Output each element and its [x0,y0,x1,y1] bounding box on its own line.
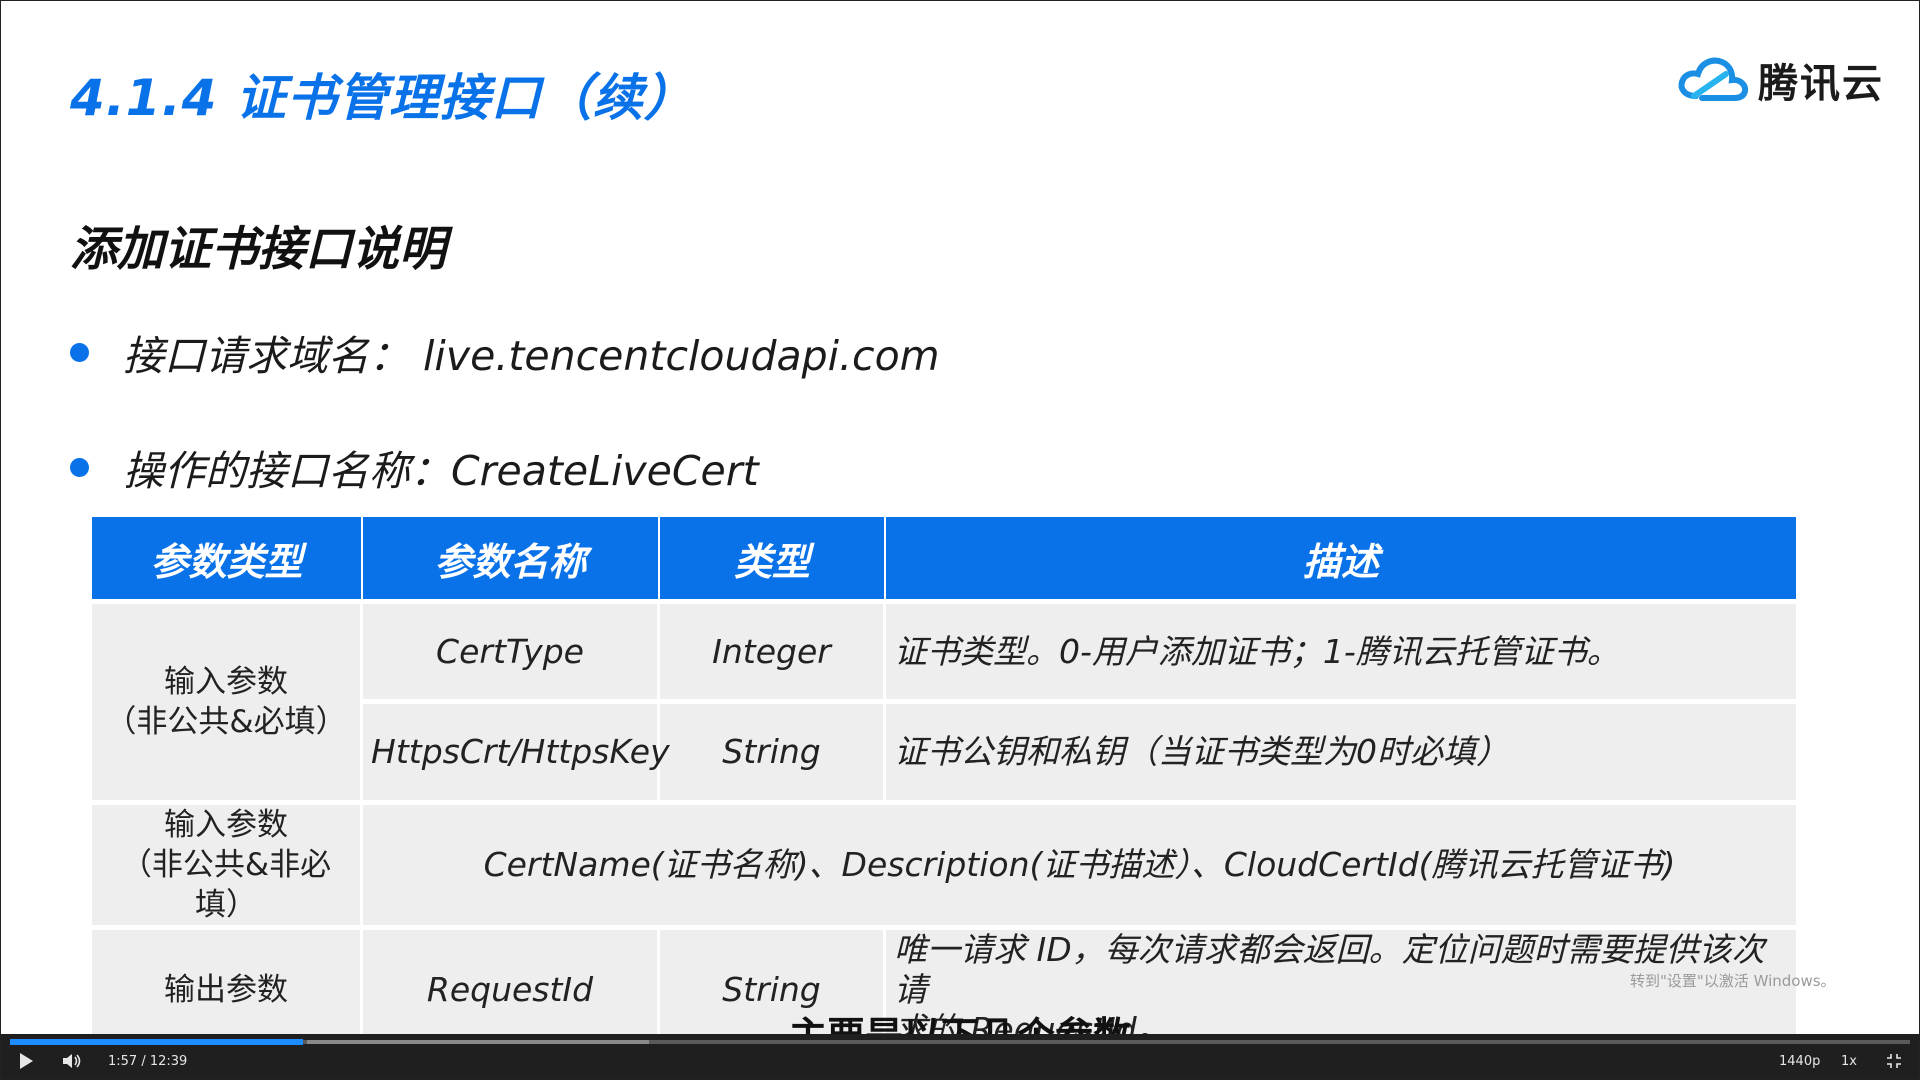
description-cell: 证书公钥和私钥（当证书类型为0时必填） [886,699,1796,800]
bullet-text: 接口请求域名： live.tencentcloudapi.com [123,332,940,380]
fullscreen-exit-icon[interactable] [1886,1053,1902,1069]
bullet-text: 操作的接口名称：CreateLiveCert [123,447,759,495]
header-param-type: 参数类型 [92,517,363,599]
header-description: 描述 [886,517,1796,599]
cloud-logo-icon [1678,57,1749,101]
category-line: 输入参数 [164,807,288,843]
merged-params-cell: CertName(证书名称)、Description(证书描述）、CloudCe… [363,800,1796,925]
category-cell: 输入参数 （非公共&必填） [92,599,363,800]
windows-activation-watermark: 转到"设置"以激活 Windows。 [1630,972,1836,990]
category-line: （非公共&必填） [105,704,347,740]
logo-text: 腾讯云 [1758,61,1884,107]
table-row: 输入参数 （非公共&非必填） CertName(证书名称)、Descriptio… [92,800,1796,925]
section-heading: 添加证书接口说明 [70,222,446,277]
param-name-cell: CertType [363,599,660,699]
tencent-cloud-logo: 腾讯云 [1674,50,1884,110]
bullet-dot-icon [70,457,89,477]
bullet-item-api-name: 操作的接口名称：CreateLiveCert [70,437,759,497]
bullet-dot-icon [70,342,89,362]
speed-button[interactable]: 1x [1841,1054,1857,1069]
table-header-row: 参数类型 参数名称 类型 描述 [92,517,1796,599]
time-display: 1:57 / 12:39 [108,1054,188,1069]
header-type: 类型 [660,517,886,599]
bullet-item-domain: 接口请求域名： live.tencentcloudapi.com [70,322,940,382]
category-line: 输入参数 [164,664,288,700]
volume-icon[interactable] [62,1052,82,1070]
category-cell: 输入参数 （非公共&非必填） [92,800,363,925]
progress-played[interactable] [10,1039,303,1045]
type-cell: Integer [660,599,886,699]
parameter-table: 参数类型 参数名称 类型 描述 输入参数 （非公共&必填） CertType I… [92,517,1796,1050]
play-icon[interactable] [18,1052,34,1070]
type-cell: String [660,699,886,800]
slide-title: 4.1.4 证书管理接口（续） [70,69,695,127]
param-name-cell: HttpsCrt/HttpsKey [363,699,670,800]
progress-buffer [307,1040,649,1044]
quality-button[interactable]: 1440p [1779,1054,1820,1069]
category-line: （非公共&非必填） [120,847,332,923]
table-row: 输入参数 （非公共&必填） CertType Integer 证书类型。0-用户… [92,599,1796,800]
header-param-name: 参数名称 [363,517,660,599]
description-cell: 证书类型。0-用户添加证书；1-腾讯云托管证书。 [886,599,1796,699]
